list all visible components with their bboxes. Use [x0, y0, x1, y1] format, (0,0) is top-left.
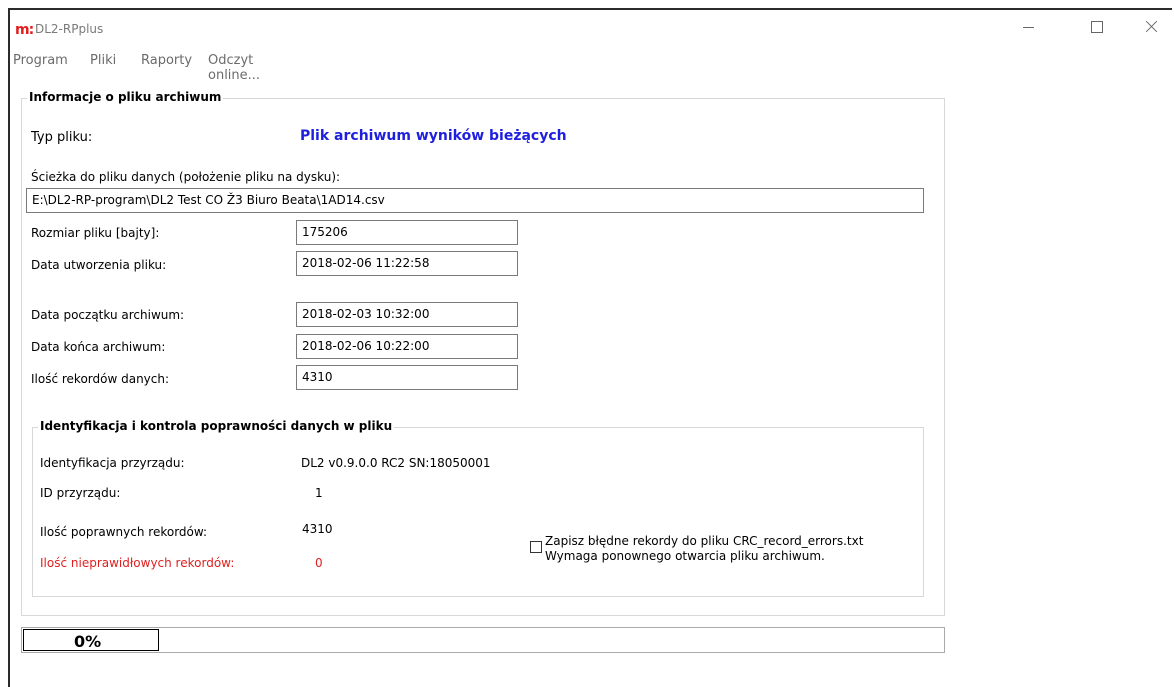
size-label: Rozmiar pliku [bajty]: [31, 226, 160, 240]
save-errors-checkbox[interactable] [530, 541, 542, 553]
invalid-records-label: Ilość nieprawidłowych rekordów: [40, 556, 235, 570]
progress-bar: 0% [21, 627, 945, 653]
save-errors-label: Zapisz błędne rekordy do pliku CRC_recor… [545, 534, 864, 548]
archive-info-title: Informacje o pliku archiwum [27, 90, 224, 104]
device-number-label: ID przyrządu: [40, 486, 121, 500]
archive-end-field[interactable]: 2018-02-06 10:22:00 [296, 334, 518, 359]
menu-odczyt-online[interactable]: Odczyt online... [208, 53, 260, 83]
created-field[interactable]: 2018-02-06 11:22:58 [296, 251, 518, 276]
valid-records-value: 4310 [302, 522, 333, 536]
validation-title: Identyfikacja i kontrola poprawności dan… [38, 419, 395, 433]
progress-percent: 0% [74, 632, 102, 651]
record-count-field[interactable]: 4310 [296, 365, 518, 390]
title-bar: m: DL2-RPplus [10, 10, 1174, 48]
archive-end-label: Data końca archiwum: [31, 340, 166, 354]
device-number-value: 1 [315, 486, 323, 500]
minimize-button[interactable] [1005, 12, 1051, 42]
progress-indicator: 0% [23, 629, 159, 651]
archive-start-field[interactable]: 2018-02-03 10:32:00 [296, 302, 518, 327]
created-label: Data utworzenia pliku: [31, 258, 167, 272]
file-type-label: Typ pliku: [31, 130, 93, 145]
record-count-label: Ilość rekordów danych: [31, 372, 170, 386]
window-title: DL2-RPplus [35, 22, 104, 36]
close-button[interactable] [1128, 12, 1174, 42]
validation-group: Identyfikacja i kontrola poprawności dan… [32, 419, 924, 597]
archive-start-label: Data początku archiwum: [31, 308, 185, 322]
path-label: Ścieżka do pliku danych (położenie pliku… [31, 170, 341, 184]
device-id-label: Identyfikacja przyrządu: [40, 456, 185, 470]
path-field[interactable]: E:\DL2-RP-program\DL2 Test CO Ž3 Biuro B… [26, 188, 924, 213]
file-type-value: Plik archiwum wyników bieżących [300, 128, 567, 144]
invalid-records-value: 0 [315, 556, 323, 570]
menu-raporty[interactable]: Raporty [141, 53, 192, 68]
maximize-button[interactable] [1074, 12, 1120, 42]
device-id-value: DL2 v0.9.0.0 RC2 SN:18050001 [301, 456, 491, 470]
save-errors-note: Wymaga ponownego otwarcia pliku archiwum… [545, 549, 825, 563]
menu-pliki[interactable]: Pliki [90, 53, 116, 68]
valid-records-label: Ilość poprawnych rekordów: [40, 525, 208, 539]
size-field[interactable]: 175206 [296, 220, 518, 245]
app-logo-icon: m: [15, 22, 34, 38]
menu-program[interactable]: Program [13, 53, 68, 68]
app-window: m: DL2-RPplus Program Pliki Raporty Odcz… [8, 8, 1172, 687]
